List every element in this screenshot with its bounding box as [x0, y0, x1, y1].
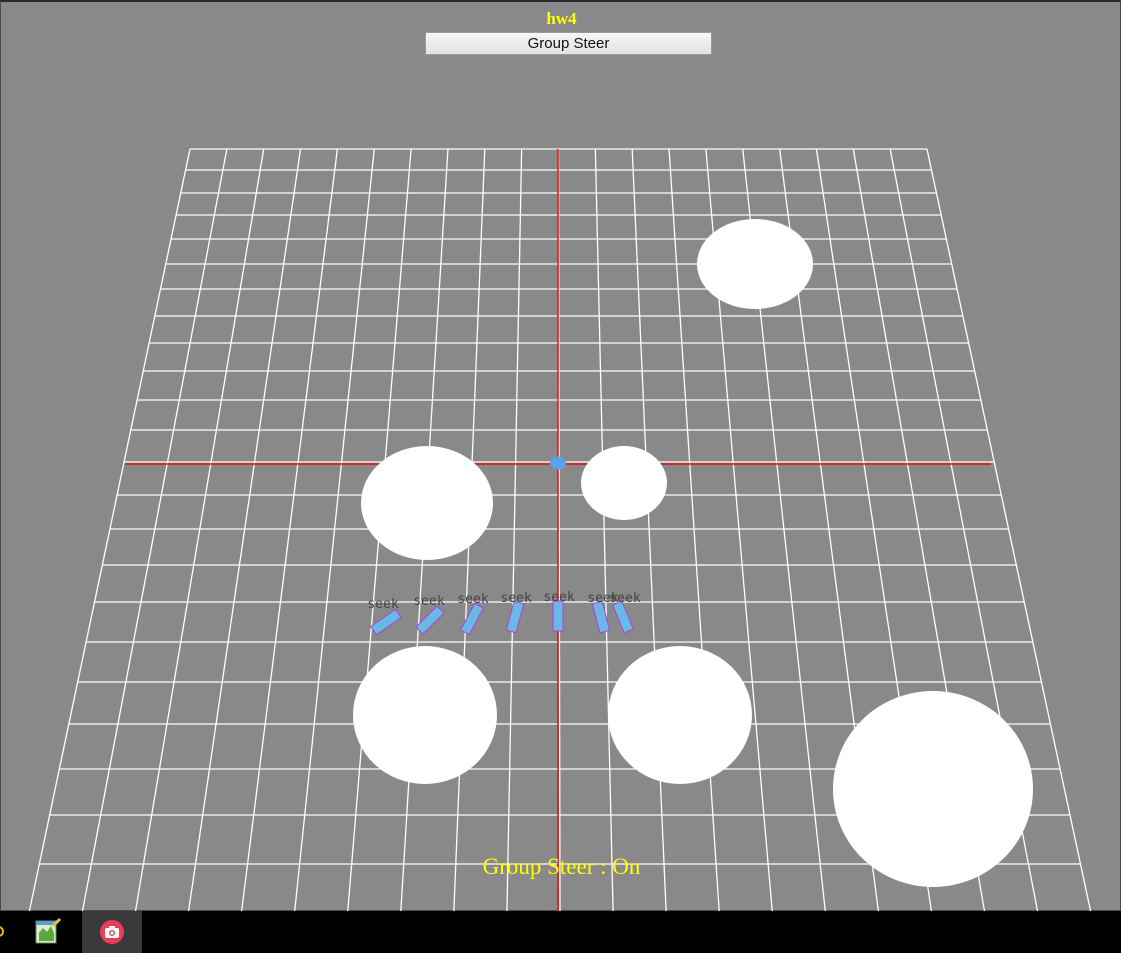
- agents: seek seek seek seek seek seekseek: [367, 590, 641, 636]
- partial-circle-icon: [0, 926, 4, 937]
- agent-body: [370, 608, 402, 636]
- agent-label: seek: [457, 592, 488, 607]
- obstacles: [353, 219, 1033, 887]
- obstacle-circle: [697, 219, 813, 309]
- agent-body: [415, 605, 445, 635]
- scene-canvas: seek seek seek seek seek seekseek: [28, 148, 1092, 913]
- agent: [370, 608, 402, 636]
- agent-label: seek: [500, 591, 531, 606]
- agent-body: [459, 602, 485, 636]
- obstacle-circle: [608, 646, 752, 784]
- agent: [459, 602, 485, 636]
- notepad-app[interactable]: [17, 911, 77, 953]
- taskbar: [0, 911, 1121, 953]
- agent-label: seek: [413, 594, 444, 609]
- agent-label: seek: [543, 590, 574, 605]
- agent: [552, 600, 564, 632]
- target-marker: [550, 456, 566, 470]
- seek-target: [550, 456, 566, 470]
- obstacle-circle: [353, 646, 497, 784]
- window-title: hw4: [546, 9, 577, 28]
- simulation-viewport[interactable]: seek seek seek seek seek seek seek hw4 Group S…: [0, 0, 1121, 913]
- camera-icon: [100, 920, 124, 944]
- agent: [415, 605, 445, 635]
- group-steer-button[interactable]: Group Steer: [425, 32, 712, 55]
- status-text: Group Steer : On: [482, 854, 641, 879]
- notepad-icon: [35, 917, 62, 944]
- app-window: seek seek seek seek seek seek seek hw4 Group S…: [0, 0, 1121, 953]
- camera-app[interactable]: [82, 911, 142, 953]
- agent-label: seek: [609, 591, 640, 606]
- obstacle-circle: [361, 446, 493, 560]
- agent-body: [552, 600, 564, 632]
- obstacle-circle: [581, 446, 667, 520]
- agent-label: seek: [367, 597, 398, 612]
